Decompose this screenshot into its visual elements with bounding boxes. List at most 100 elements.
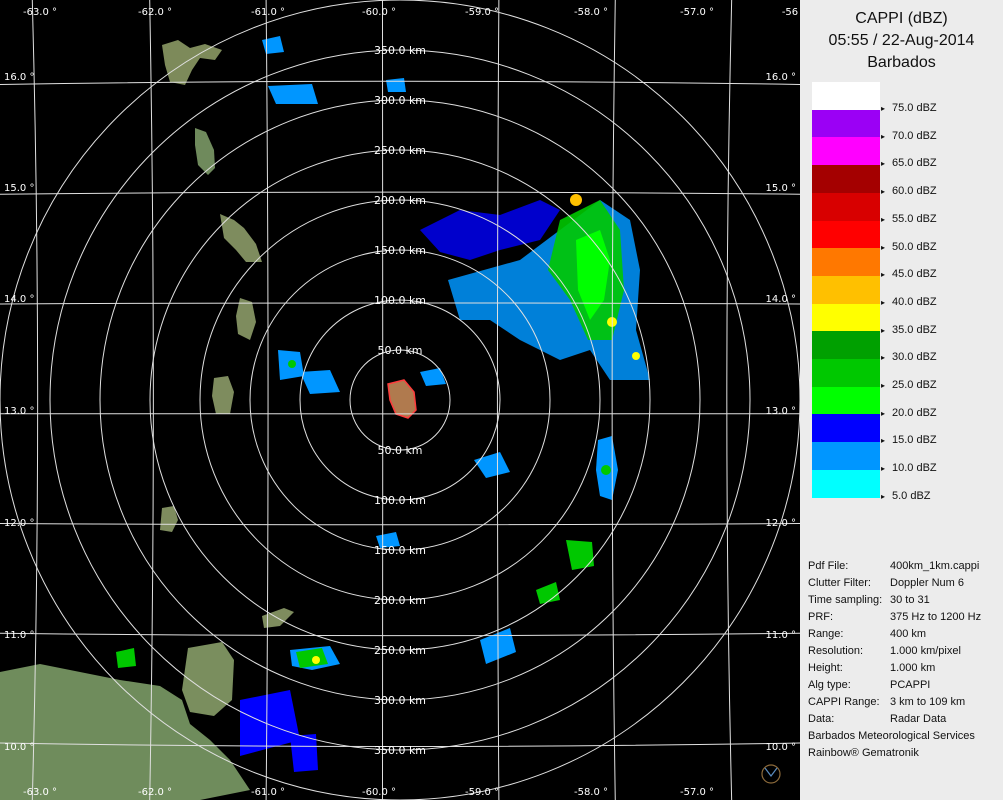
longitude-label-top: -56 [782, 7, 798, 18]
legend-item: ▸ 50.0 dBZ [812, 220, 1002, 253]
longitude-label-bottom: -57.0 ° [680, 787, 714, 798]
echo-center-e [420, 368, 446, 386]
latitude-label-left: 15.0 ° [4, 183, 34, 194]
legend-swatch [812, 275, 880, 304]
info-panel: CAPPI (dBZ) 05:55 / 22-Aug-2014 Barbados… [800, 0, 1003, 800]
info-key: Height: [808, 662, 843, 674]
info-key: Time sampling: [808, 594, 883, 606]
latitude-label-left: 11.0 ° [4, 630, 34, 641]
info-key: Alg type: [808, 679, 851, 691]
latitude-label-right: 10.0 ° [766, 742, 796, 753]
longitude-label-top: -63.0 ° [23, 7, 57, 18]
range-label-north: 50.0 km [377, 344, 422, 357]
legend-swatch [812, 165, 880, 194]
range-label-north: 300.0 km [374, 94, 426, 107]
echo-trinidad-cell [116, 648, 136, 668]
legend-swatch [812, 109, 880, 138]
longitude-label-top: -62.0 ° [138, 7, 172, 18]
longitude-line [496, 0, 500, 800]
legend-swatch [812, 192, 880, 221]
info-value: 30 to 31 [890, 594, 930, 606]
product-info: Pdf File: 400km_1km.cappi Clutter Filter: D… [808, 558, 1003, 762]
latitude-label-right: 11.0 ° [766, 630, 796, 641]
range-label-north: 250.0 km [374, 144, 426, 157]
info-value: 1.000 km/pixel [890, 645, 961, 657]
longitude-label-bottom: -60.0 ° [362, 787, 396, 798]
landmass-dominica [195, 128, 215, 175]
legend-swatch [812, 137, 880, 166]
latitude-label-right: 14.0 ° [766, 294, 796, 305]
longitude-line [611, 0, 616, 800]
legend-swatch [812, 414, 880, 443]
range-label-north: 350.0 km [374, 44, 426, 57]
legend-swatch [812, 359, 880, 387]
longitude-line [726, 0, 733, 800]
latitude-label-right: 16.0 ° [766, 72, 796, 83]
info-row: Range: 400 km [808, 626, 1003, 643]
legend-item: ▸ 25.0 dBZ [812, 359, 1002, 391]
info-key: Resolution: [808, 645, 864, 657]
info-key: Clutter Filter: [808, 577, 871, 589]
longitude-label-bottom: -62.0 ° [138, 787, 172, 798]
legend-swatch [812, 303, 880, 332]
latitude-label-right: 12.0 ° [766, 518, 796, 529]
longitude-label-top: -61.0 ° [251, 7, 285, 18]
legend-item: ▸ 60.0 dBZ [812, 165, 1002, 197]
echo-nw-1 [268, 84, 318, 104]
longitude-line [265, 0, 269, 800]
info-row: Clutter Filter: Doppler Num 6 [808, 575, 1003, 592]
latitude-label-right: 15.0 ° [766, 183, 796, 194]
legend-item: ▸ 75.0 dBZ [812, 82, 1002, 114]
legend-item: ▸ 55.0 dBZ [812, 192, 1002, 225]
legend-item: ▸ 45.0 dBZ [812, 248, 1002, 280]
legend-swatch [812, 82, 880, 110]
legend-item: ▸ 65.0 dBZ [812, 137, 1002, 169]
legend-swatch [812, 220, 880, 249]
organization-name: Barbados Meteorological Services [808, 730, 975, 742]
range-label-south: 350.0 km [374, 744, 426, 757]
range-label-south: 150.0 km [374, 544, 426, 557]
info-key: Range: [808, 628, 844, 640]
latitude-label-left: 12.0 ° [4, 518, 34, 529]
info-key: Data: [808, 713, 835, 725]
range-label-north: 100.0 km [374, 294, 426, 307]
latitude-label-right: 13.0 ° [766, 406, 796, 417]
longitude-label-top: -57.0 ° [680, 7, 714, 18]
legend-item: ▸ 10.0 dBZ [812, 442, 1002, 474]
software-name: Rainbow® Gematronik [808, 747, 919, 759]
echo-east-1-core [601, 465, 611, 475]
echo-peak-sw [312, 656, 320, 664]
legend-item: ▸ 20.0 dBZ [812, 386, 1002, 419]
legend-tick-icon: ▸ [881, 491, 886, 501]
info-row: Data: Radar Data [808, 711, 1003, 728]
info-value: Radar Data [890, 713, 947, 725]
echo-peak-ne-3 [632, 352, 640, 360]
echo-peak-ne-1 [570, 194, 582, 206]
legend-swatch [812, 331, 880, 360]
longitude-label-bottom: -58.0 ° [574, 787, 608, 798]
legend-item: ▸ 35.0 dBZ [812, 303, 1002, 336]
info-row: Resolution: 1.000 km/pixel [808, 643, 1003, 660]
info-value: 400 km [890, 628, 927, 640]
info-value: 375 Hz to 1200 Hz [890, 611, 982, 623]
landmass-st-vincent [212, 376, 234, 414]
info-row: Height: 1.000 km [808, 660, 1003, 677]
radar-map[interactable]: -63.0 ° -63.0 ° -62.0 ° -62.0 ° -61.0 ° -61.0… [0, 0, 800, 800]
info-row: PRF: 375 Hz to 1200 Hz [808, 609, 1003, 626]
echo-nw-2 [262, 36, 284, 54]
range-label-north: 150.0 km [374, 244, 426, 257]
info-value: 3 km to 109 km [890, 696, 966, 708]
longitude-label-bottom: -63.0 ° [23, 787, 57, 798]
latitude-label-left: 14.0 ° [4, 294, 34, 305]
range-label-south: 50.0 km [377, 444, 422, 457]
info-row: Pdf File: 400km_1km.cappi [808, 558, 1003, 575]
range-label-south: 250.0 km [374, 644, 426, 657]
longitude-label-top: -60.0 ° [362, 7, 396, 18]
range-label-south: 200.0 km [374, 594, 426, 607]
echo-se-cell [566, 540, 594, 570]
info-key: PRF: [808, 611, 834, 623]
info-value: 400km_1km.cappi [890, 560, 980, 572]
latitude-line [0, 522, 800, 526]
range-label-south: 300.0 km [374, 694, 426, 707]
gematronik-logo-icon [761, 764, 781, 784]
